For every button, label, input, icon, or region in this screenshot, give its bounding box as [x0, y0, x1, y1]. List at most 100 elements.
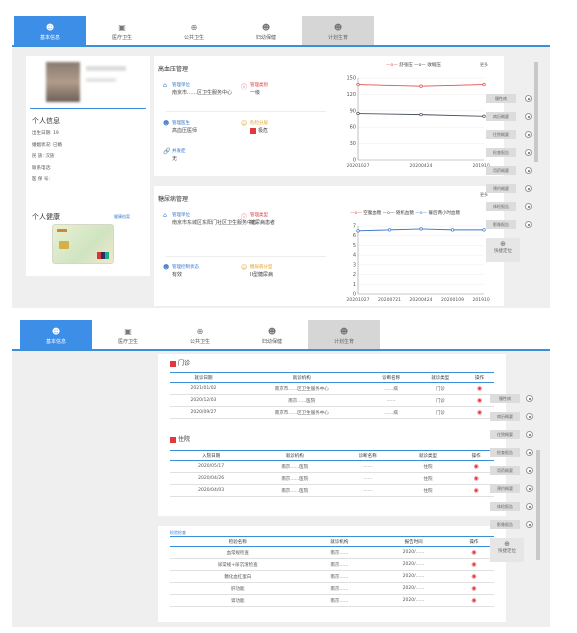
view-eye-icon[interactable]: ◉	[474, 487, 479, 494]
tab-basic-info[interactable]: ☻ 基本信息	[20, 320, 92, 349]
cell: 南京市……区卫生服务中心	[236, 406, 367, 419]
x-tick-label: 20200424	[410, 297, 433, 303]
side-btn-4[interactable]: 用药概要	[490, 466, 520, 475]
data-point	[482, 82, 486, 87]
side-dot[interactable]	[525, 203, 532, 210]
view-eye-icon[interactable]: ◉	[471, 549, 476, 556]
side-btn-5[interactable]: 预约概要	[486, 184, 516, 193]
side-btn-4[interactable]: 用药概要	[486, 166, 516, 175]
view-eye-icon[interactable]: ◉	[471, 597, 476, 604]
view-eye-icon[interactable]: ◉	[471, 585, 476, 592]
tab-bar: ☻ 基本信息 ▣ 医疗卫生 ⊕ 公共卫生 ☻ 妇幼保健 ☻ 计划生育	[12, 320, 550, 351]
y-tick-label: 150	[346, 76, 356, 82]
table-row: 2020/04/26 南京……医院…… 住院 ◉	[170, 472, 494, 485]
legend-marker: —o—	[415, 211, 428, 216]
quick-locate-button[interactable]: ⊕ 快捷定位	[490, 538, 524, 562]
health-record-link[interactable]: 健康档案	[114, 214, 130, 220]
side-btn-1[interactable]: 病历概要	[486, 112, 516, 121]
scrollbar[interactable]	[536, 450, 540, 560]
side-btn-6[interactable]: 体检报告	[490, 502, 520, 511]
side-btn-3[interactable]: 检查报告	[490, 448, 520, 457]
cell: ◉	[458, 472, 494, 485]
cell: ◉	[453, 582, 494, 595]
tab-medical[interactable]: ▣ 医疗卫生	[92, 320, 164, 349]
view-eye-icon[interactable]: ◉	[477, 409, 482, 416]
side-btn-1[interactable]: 病历概要	[490, 412, 520, 421]
card-chip	[59, 241, 69, 249]
cell: 尿常规+尿沉渣检查	[170, 558, 306, 571]
side-btn-7[interactable]: 影像报告	[490, 520, 520, 529]
col-header: 诊断名称	[366, 372, 416, 383]
quick-locate-button[interactable]: ⊕ 快捷定位	[486, 238, 520, 262]
cell: 南京……	[305, 570, 374, 583]
hypertension-card: 高血压管理 更多 ⌂ 管理单位 南京市……区卫生服务中心 ⓘ 管理类别 一级 ☻ 管理医生…	[154, 56, 504, 176]
tab-public-health[interactable]: ⊕ 公共卫生	[164, 320, 236, 349]
table-row: 2020/12/03 南京……医院…… 门诊 ◉	[170, 394, 494, 407]
side-btn-0[interactable]: 慢性病	[486, 94, 516, 103]
side-btn-7[interactable]: 影像报告	[486, 220, 516, 229]
divider	[166, 256, 326, 257]
tab-public-health[interactable]: ⊕ 公共卫生	[158, 16, 230, 45]
side-dot[interactable]	[526, 485, 533, 492]
side-btn-2[interactable]: 住院概要	[490, 430, 520, 439]
cell: 2020/04/03	[170, 484, 253, 497]
side-btn-2[interactable]: 住院概要	[486, 130, 516, 139]
cell: ◉	[453, 546, 494, 559]
red-square-icon	[170, 360, 176, 367]
data-point	[387, 228, 392, 232]
red-square-icon	[170, 436, 176, 443]
tab-basic-info[interactable]: ☻ 基本信息	[14, 16, 86, 45]
side-dot[interactable]	[526, 413, 533, 420]
side-btn-5[interactable]: 预约概要	[490, 484, 520, 493]
cell: 2020/09/27	[170, 406, 237, 419]
view-eye-icon[interactable]: ◉	[474, 463, 479, 470]
col-header: 诊断名称	[337, 450, 398, 461]
view-eye-icon[interactable]: ◉	[477, 397, 482, 404]
ht-doctor: ☻ 管理医生 高血压医师	[163, 120, 198, 134]
tab-maternal[interactable]: ☻ 妇幼保健	[236, 320, 308, 349]
side-dot[interactable]	[526, 395, 533, 402]
unionpay-logo	[97, 252, 109, 259]
cell: 住院	[397, 472, 459, 485]
side-dot[interactable]	[525, 167, 532, 174]
side-dot[interactable]	[526, 449, 533, 456]
view-eye-icon[interactable]: ◉	[471, 561, 476, 568]
mother-icon: ☻	[261, 23, 271, 32]
dm-legend: —o— 空腹血糖 —o— 随机血糖 —o— 餐后两小时血糖	[350, 210, 460, 216]
card-logo	[57, 229, 67, 232]
side-dot[interactable]	[526, 431, 533, 438]
legend-random: 随机血糖	[395, 211, 414, 216]
field-insurance: 医 保 号:	[32, 177, 50, 182]
view-eye-icon[interactable]: ◉	[477, 385, 482, 392]
side-dot[interactable]	[526, 503, 533, 510]
data-point	[356, 229, 360, 233]
col-header: 操作	[464, 372, 494, 383]
side-btn-3[interactable]: 检查报告	[486, 148, 516, 157]
tab-family-planning[interactable]: ☻ 计划生育	[308, 320, 380, 349]
side-dot[interactable]	[525, 131, 532, 138]
data-point	[419, 84, 423, 88]
view-eye-icon[interactable]: ◉	[471, 573, 476, 580]
scrollbar[interactable]	[534, 62, 538, 162]
side-dot[interactable]	[526, 467, 533, 474]
link-icon: 🔗	[163, 148, 171, 155]
view-eye-icon[interactable]: ◉	[474, 475, 479, 482]
side-btn-0[interactable]: 慢性病	[490, 394, 520, 403]
side-dot[interactable]	[526, 521, 533, 528]
cell: 2020/……	[373, 546, 454, 559]
tab-medical[interactable]: ▣ 医疗卫生	[86, 16, 158, 45]
side-dot[interactable]	[525, 149, 532, 156]
side-dot[interactable]	[525, 113, 532, 120]
outpatient-table: 就诊日期 就诊机构 诊断名称 就诊类型 操作 2021/01/02 南京市……区卫生服务中…	[170, 372, 494, 419]
tab-family-planning[interactable]: ☻ 计划生育	[302, 16, 374, 45]
side-dot[interactable]	[525, 185, 532, 192]
side-btn-6[interactable]: 体检报告	[486, 202, 516, 211]
col-header: 就诊类型	[415, 372, 465, 383]
cell: 肾功能	[170, 594, 306, 607]
side-dot[interactable]	[525, 95, 532, 102]
tab-maternal[interactable]: ☻ 妇幼保健	[230, 16, 302, 45]
hypertension-more-link[interactable]: 更多	[480, 62, 488, 68]
cell: 2020/……	[373, 570, 454, 583]
alert-icon: ⓘ	[241, 84, 248, 91]
side-dot[interactable]	[525, 221, 532, 228]
